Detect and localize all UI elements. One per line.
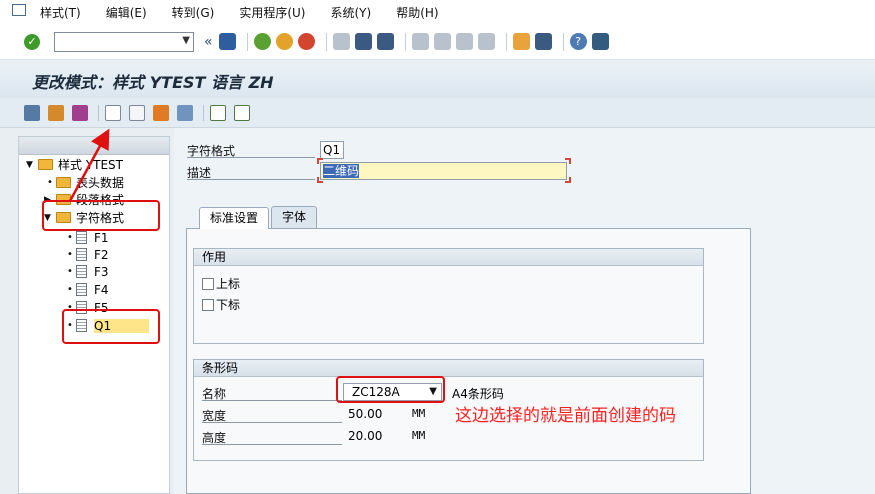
annotation-arrow <box>68 128 110 202</box>
annotation-note: 这边选择的就是前面创建的码 <box>455 406 676 426</box>
